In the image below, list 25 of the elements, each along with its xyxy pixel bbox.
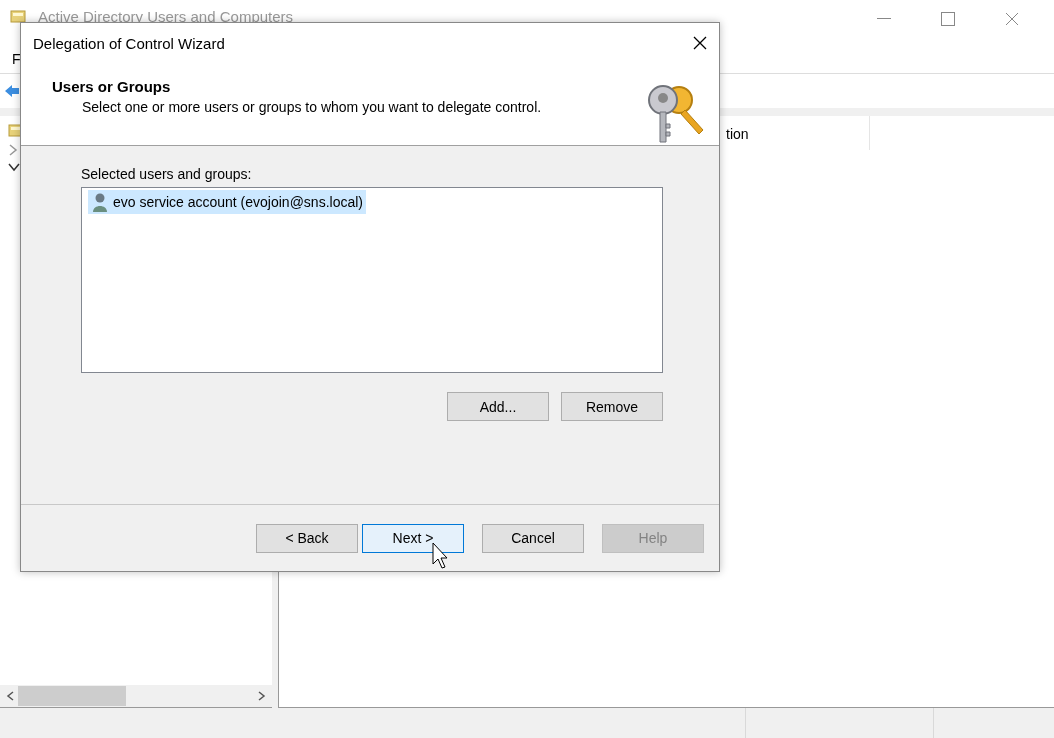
page-subheading: Select one or more users or groups to whom you want to delegate control. xyxy=(81,99,542,115)
list-action-button[interactable]: Add... xyxy=(447,392,549,421)
minimize-icon[interactable] xyxy=(877,18,891,20)
scroll-left-icon[interactable] xyxy=(6,691,14,701)
list-label: Selected users and groups: xyxy=(81,166,253,182)
page-heading: Users or Groups xyxy=(52,78,172,95)
scroll-right-icon[interactable] xyxy=(258,691,266,701)
horizontal-scrollbar[interactable] xyxy=(0,685,272,707)
wizard-button[interactable]: Cancel xyxy=(482,523,584,553)
dialog-title: Delegation of Control Wizard xyxy=(33,34,225,52)
close-icon[interactable] xyxy=(693,36,707,50)
chevron-down-icon[interactable] xyxy=(8,162,20,172)
wizard-button[interactable]: Next > xyxy=(362,523,464,553)
user-icon xyxy=(91,192,109,212)
user-item[interactable]: evo service account (evojoin@sns.local) xyxy=(88,190,366,214)
wizard-button[interactable]: < Back xyxy=(256,523,358,553)
mouse-cursor-icon xyxy=(432,542,448,570)
back-arrow-icon[interactable] xyxy=(4,83,20,99)
column-header[interactable]: tion xyxy=(726,116,870,150)
list-action-button[interactable]: Remove xyxy=(561,392,663,421)
maximize-icon[interactable] xyxy=(941,12,955,26)
chevron-right-icon[interactable] xyxy=(8,144,18,156)
menu-item[interactable]: F xyxy=(12,51,21,67)
window-title: Active Directory Users and Computers xyxy=(38,8,295,25)
folder-icon xyxy=(10,8,26,24)
